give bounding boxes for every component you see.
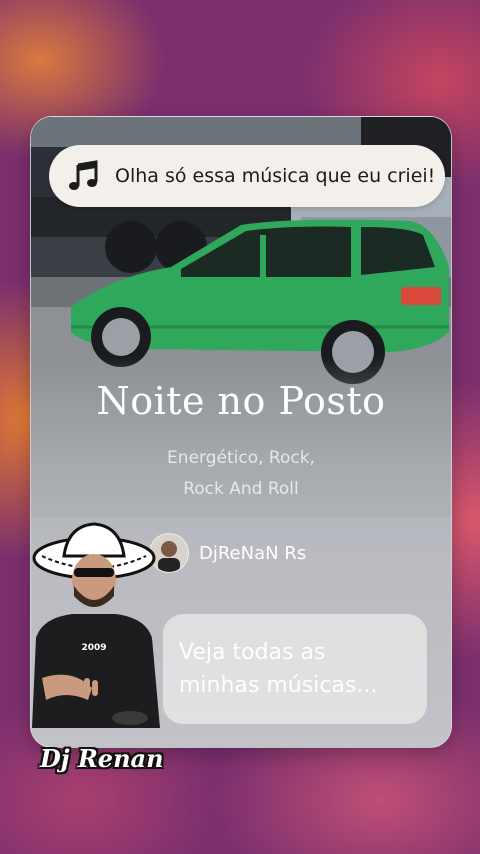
- cta-line-2: minhas músicas...: [179, 673, 378, 698]
- artist-name[interactable]: DjReNaN Rs: [199, 543, 306, 564]
- prompt-bubble: Olha só essa música que eu criei!: [49, 145, 445, 207]
- dj-figure: 2009: [32, 522, 160, 728]
- svg-text:2009: 2009: [81, 643, 106, 653]
- see-all-songs-button[interactable]: Veja todas as minhas músicas...: [163, 614, 427, 724]
- song-title: Noite no Posto: [96, 379, 386, 423]
- artist-row[interactable]: DjReNaN Rs: [149, 533, 306, 573]
- genres-line-1: Energético, Rock,: [167, 448, 315, 468]
- song-genres: Energético, Rock, Rock And Roll: [111, 443, 371, 505]
- prompt-text: Olha só essa música que eu criei!: [115, 165, 436, 187]
- music-note-icon: [69, 160, 98, 190]
- cta-line-1: Veja todas as: [179, 640, 326, 665]
- genres-line-2: Rock And Roll: [183, 479, 299, 499]
- dj-signature: Dj Renan: [40, 744, 164, 773]
